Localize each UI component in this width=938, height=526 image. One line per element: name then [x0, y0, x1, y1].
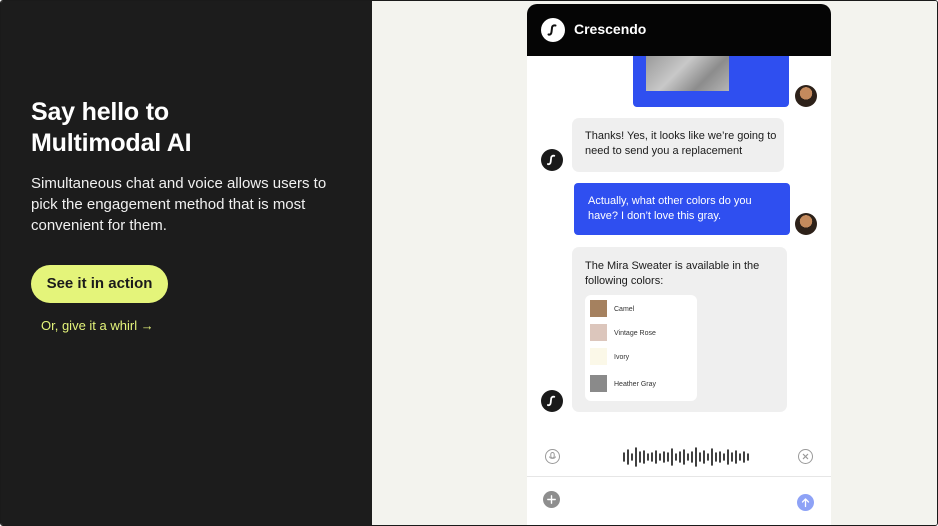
color-swatch — [590, 348, 607, 365]
voice-bar — [527, 438, 831, 476]
chat-thread[interactable]: Thanks! Yes, it looks like we’re going t… — [527, 56, 831, 438]
crescendo-logo-icon — [541, 18, 565, 42]
hero-title: Say hello to Multimodal AI — [31, 97, 351, 159]
app-name: Crescendo — [574, 21, 647, 37]
close-voice-icon[interactable] — [798, 449, 813, 464]
phone-mockup: Crescendo Thanks! Yes, it looks like we’… — [527, 4, 831, 525]
page-frame: Say hello to Multimodal AI Simultaneous … — [0, 0, 938, 526]
message-input-bar[interactable] — [527, 477, 831, 525]
voice-waveform-icon — [623, 447, 749, 467]
bot-message: Thanks! Yes, it looks like we’re going t… — [572, 118, 784, 172]
see-it-in-action-button[interactable]: See it in action — [31, 265, 168, 303]
color-swatch — [590, 324, 607, 341]
color-name: Vintage Rose — [614, 330, 656, 337]
color-swatch — [590, 300, 607, 317]
hero-description: Simultaneous chat and voice allows users… — [31, 175, 327, 234]
user-image-bubble — [633, 56, 789, 107]
message-text: Thanks! Yes, it looks like we’re going t… — [585, 130, 777, 157]
give-it-a-whirl-link[interactable]: Or, give it a whirl → — [41, 318, 154, 333]
color-name: Camel — [614, 306, 635, 313]
bot-avatar-icon — [541, 149, 563, 171]
hero-panel: Say hello to Multimodal AI Simultaneous … — [1, 1, 372, 525]
message-text: The Mira Sweater is available in the fol… — [585, 260, 760, 287]
chat-header: Crescendo — [527, 4, 831, 56]
user-message: Actually, what other colors do you have?… — [574, 183, 790, 235]
microphone-icon[interactable] — [545, 449, 560, 464]
color-name: Heather Gray — [614, 381, 657, 388]
user-avatar — [795, 85, 817, 107]
color-options-card: Camel Vintage Rose Ivory Heather Gray — [585, 295, 697, 401]
add-attachment-icon[interactable] — [543, 491, 560, 508]
color-swatch — [590, 375, 607, 392]
demo-panel: Crescendo Thanks! Yes, it looks like we’… — [372, 1, 937, 525]
color-name: Ivory — [614, 354, 630, 361]
user-avatar — [795, 213, 817, 235]
bot-avatar-icon — [541, 390, 563, 412]
hero-title-line1: Say hello to — [31, 98, 169, 126]
message-text: Actually, what other colors do you have?… — [588, 195, 752, 222]
hero-title-line2: Multimodal AI — [31, 129, 192, 157]
sweater-photo — [646, 56, 729, 91]
bot-message-colors: The Mira Sweater is available in the fol… — [572, 247, 787, 412]
send-icon[interactable] — [797, 494, 814, 511]
